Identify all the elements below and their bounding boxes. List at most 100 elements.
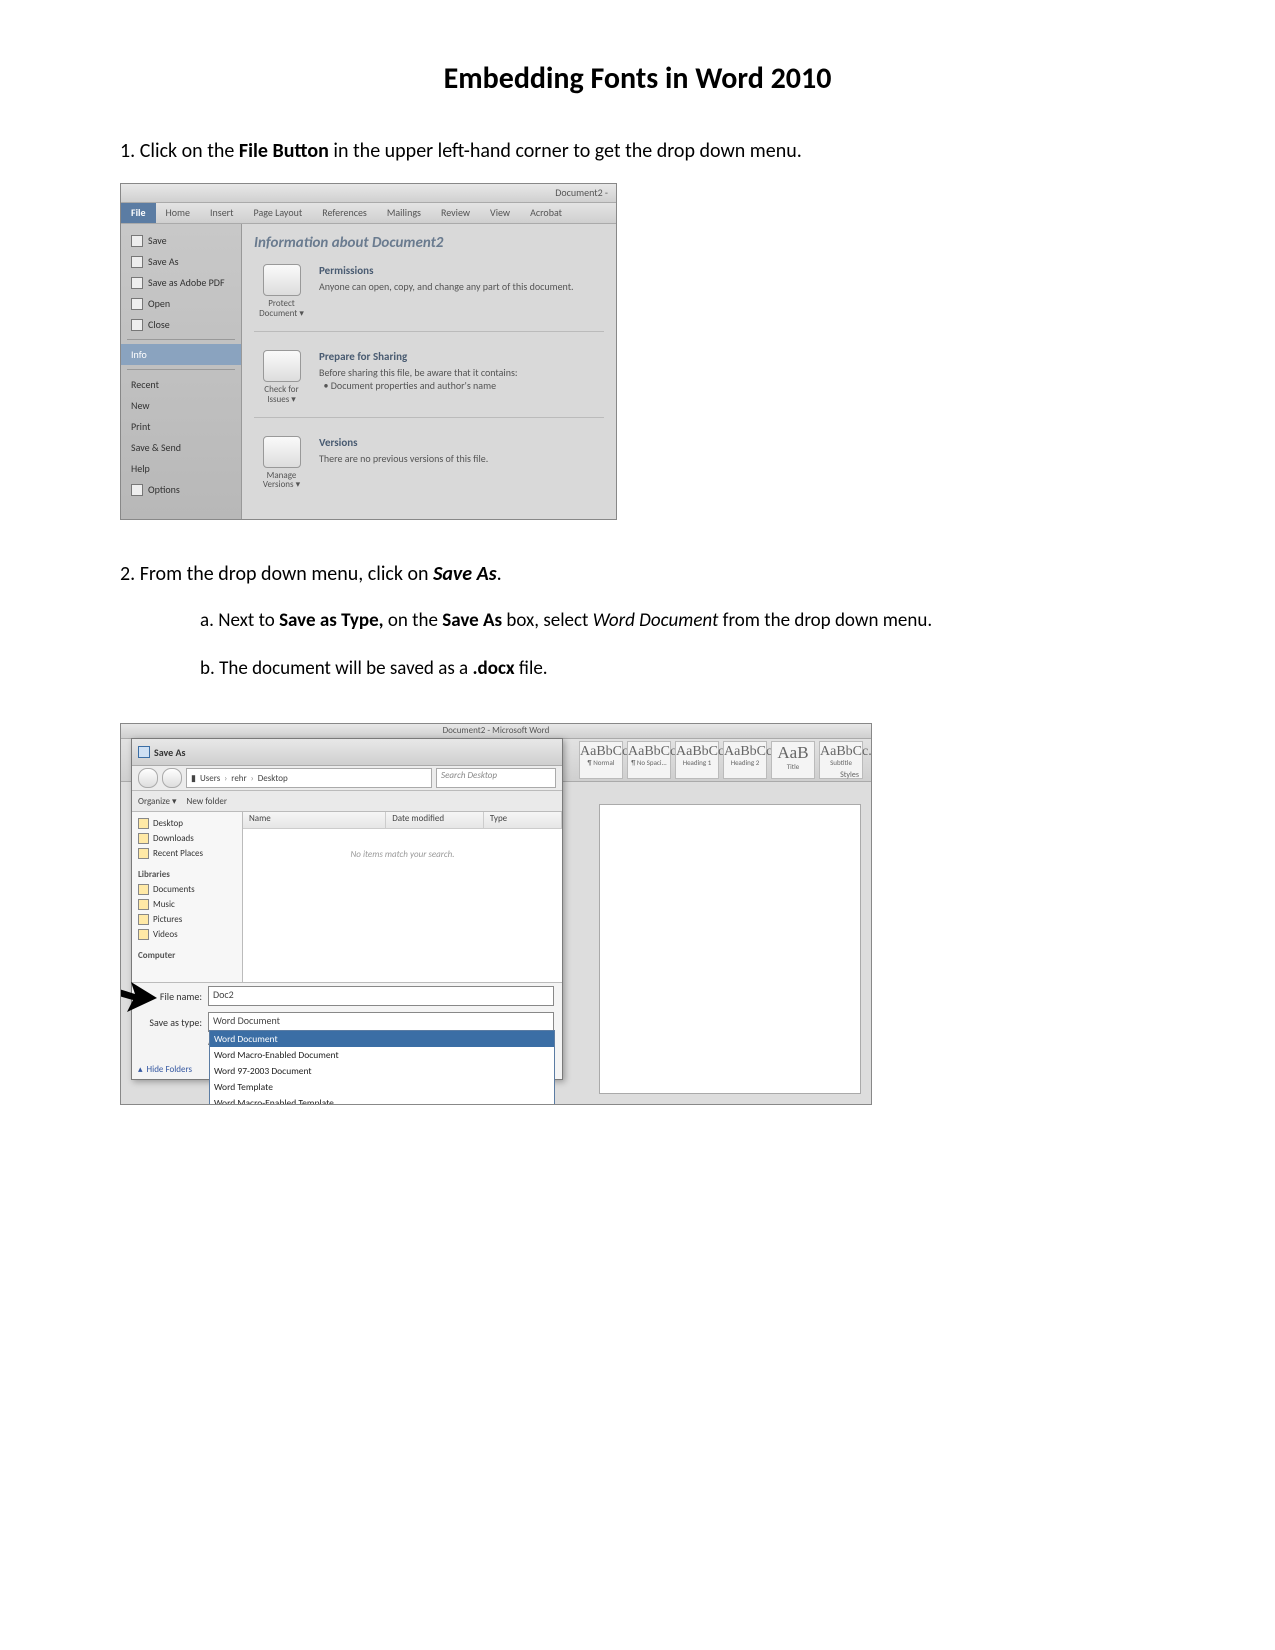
permissions-body: Anyone can open, copy, and change any pa… bbox=[319, 280, 574, 293]
tab-insert[interactable]: Insert bbox=[200, 203, 244, 223]
col-type[interactable]: Type bbox=[484, 812, 562, 828]
tree-label: Libraries bbox=[138, 869, 170, 880]
file-name-label: File name: bbox=[140, 990, 202, 1003]
step-1-bold: File Button bbox=[239, 139, 329, 163]
style-normal[interactable]: AaBbCcDd¶ Normal bbox=[579, 741, 623, 779]
pdf-icon bbox=[131, 277, 143, 289]
videos-icon bbox=[138, 929, 149, 940]
versions-head: Versions bbox=[319, 436, 488, 449]
menu-new[interactable]: New bbox=[121, 395, 241, 416]
protect-doc-button[interactable]: Protect Document ▾ bbox=[254, 264, 309, 319]
file-name-input[interactable]: Doc2 bbox=[208, 986, 554, 1006]
menu-info[interactable]: Info bbox=[121, 344, 241, 365]
style-title[interactable]: AaBTitle bbox=[771, 741, 815, 779]
style-sample: AaBbCcDd bbox=[580, 744, 622, 759]
tree-music[interactable]: Music bbox=[132, 897, 242, 912]
step-2-ital: Save As bbox=[433, 562, 497, 586]
organize-button[interactable]: Organize ▾ bbox=[138, 796, 177, 807]
tab-mailings[interactable]: Mailings bbox=[377, 203, 431, 223]
style-label: ¶ No Spaci... bbox=[628, 759, 670, 767]
chevron-up-icon: ▴ bbox=[138, 1064, 143, 1075]
tab-view[interactable]: View bbox=[480, 203, 520, 223]
col-date[interactable]: Date modified bbox=[386, 812, 484, 828]
nav-back-button[interactable] bbox=[138, 768, 158, 788]
check-issues-button[interactable]: Check for Issues ▾ bbox=[254, 350, 309, 405]
style-heading1[interactable]: AaBbCcHeading 1 bbox=[675, 741, 719, 779]
tab-review[interactable]: Review bbox=[431, 203, 480, 223]
menu-save-adobe-pdf[interactable]: Save as Adobe PDF bbox=[121, 272, 241, 293]
step-2a-ital: Word Document bbox=[593, 609, 719, 632]
style-label: ¶ Normal bbox=[580, 759, 622, 767]
save-as-type-value: Word Document bbox=[213, 1014, 280, 1027]
file-menu-sidebar: Save Save As Save as Adobe PDF Open Clos… bbox=[121, 224, 242, 520]
tree-documents[interactable]: Documents bbox=[132, 882, 242, 897]
step-2a-pre: a. Next to bbox=[200, 609, 279, 632]
menu-save[interactable]: Save bbox=[121, 230, 241, 251]
crumb[interactable]: Users bbox=[200, 773, 220, 784]
tab-acrobat[interactable]: Acrobat bbox=[520, 203, 572, 223]
tree-videos[interactable]: Videos bbox=[132, 927, 242, 942]
file-list: Name Date modified Type No items match y… bbox=[243, 812, 562, 982]
info-title: Information about Document2 bbox=[254, 234, 604, 252]
save-as-type-select[interactable]: Word Document Word Document Word Macro-E… bbox=[208, 1012, 554, 1032]
breadcrumb[interactable]: ▮ Users› rehr› Desktop bbox=[186, 768, 432, 788]
tree-label: Desktop bbox=[153, 818, 183, 829]
type-option[interactable]: Word Template bbox=[210, 1079, 554, 1095]
tree-pictures[interactable]: Pictures bbox=[132, 912, 242, 927]
tree-label: Downloads bbox=[153, 833, 194, 844]
col-name[interactable]: Name bbox=[243, 812, 386, 828]
pictures-icon bbox=[138, 914, 149, 925]
hide-folders-button[interactable]: ▴ Hide Folders bbox=[138, 1064, 192, 1075]
step-2b-post: file. bbox=[515, 657, 548, 680]
ribbon-tabs: File Home Insert Page Layout References … bbox=[121, 203, 616, 224]
step-2b-pre: b. The document will be saved as a bbox=[200, 657, 472, 680]
menu-options[interactable]: Options bbox=[121, 479, 241, 500]
type-option[interactable]: Word 97-2003 Document bbox=[210, 1063, 554, 1079]
crumb[interactable]: Desktop bbox=[258, 773, 288, 784]
menu-options-label: Options bbox=[148, 483, 180, 496]
style-heading2[interactable]: AaBbCcHeading 2 bbox=[723, 741, 767, 779]
protect-doc-label: Protect Document ▾ bbox=[254, 299, 309, 319]
search-input[interactable]: Search Desktop bbox=[436, 768, 556, 788]
step-2a-mid2: box, select bbox=[502, 609, 593, 632]
menu-close[interactable]: Close bbox=[121, 314, 241, 335]
dialog-title: Save As bbox=[154, 746, 186, 759]
crumb[interactable]: rehr bbox=[231, 773, 246, 784]
manage-versions-button[interactable]: Manage Versions ▾ bbox=[254, 436, 309, 491]
menu-print[interactable]: Print bbox=[121, 416, 241, 437]
step-2b-b: .docx bbox=[472, 657, 514, 680]
menu-help[interactable]: Help bbox=[121, 458, 241, 479]
tree-label: Music bbox=[153, 899, 175, 910]
tree-recent-places[interactable]: Recent Places bbox=[132, 846, 242, 861]
type-option[interactable]: Word Macro-Enabled Document bbox=[210, 1047, 554, 1063]
menu-open[interactable]: Open bbox=[121, 293, 241, 314]
prepare-head: Prepare for Sharing bbox=[319, 350, 518, 363]
permissions-block: Protect Document ▾ Permissions Anyone ca… bbox=[254, 264, 604, 332]
nav-fwd-button[interactable] bbox=[162, 768, 182, 788]
tree-libraries[interactable]: Libraries bbox=[132, 867, 242, 882]
style-sample: AaBbCcDd bbox=[628, 744, 670, 759]
tab-page-layout[interactable]: Page Layout bbox=[244, 203, 313, 223]
tab-references[interactable]: References bbox=[312, 203, 377, 223]
menu-save-as[interactable]: Save As bbox=[121, 251, 241, 272]
permissions-head: Permissions bbox=[319, 264, 574, 277]
tree-label: Documents bbox=[153, 884, 195, 895]
menu-recent[interactable]: Recent bbox=[121, 374, 241, 395]
step-2a-post: from the drop down menu. bbox=[718, 609, 932, 632]
tree-computer[interactable]: Computer bbox=[132, 948, 242, 963]
tree-desktop[interactable]: Desktop bbox=[132, 816, 242, 831]
figure-file-menu: Document2 - File Home Insert Page Layout… bbox=[120, 183, 617, 520]
type-option[interactable]: Word Macro-Enabled Template bbox=[210, 1095, 554, 1105]
dialog-titlebar: Save As bbox=[132, 739, 562, 766]
style-sample: AaB bbox=[772, 744, 814, 763]
tab-home[interactable]: Home bbox=[156, 203, 200, 223]
type-option[interactable]: Word Document bbox=[210, 1031, 554, 1047]
tab-file[interactable]: File bbox=[121, 203, 156, 223]
menu-save-send[interactable]: Save & Send bbox=[121, 437, 241, 458]
style-no-spacing[interactable]: AaBbCcDd¶ No Spaci... bbox=[627, 741, 671, 779]
step-1: 1. Click on the File Button in the upper… bbox=[120, 137, 1155, 165]
style-sample: AaBbCc bbox=[676, 744, 718, 759]
tree-downloads[interactable]: Downloads bbox=[132, 831, 242, 846]
new-folder-button[interactable]: New folder bbox=[187, 796, 227, 807]
saveas-icon bbox=[131, 256, 143, 268]
